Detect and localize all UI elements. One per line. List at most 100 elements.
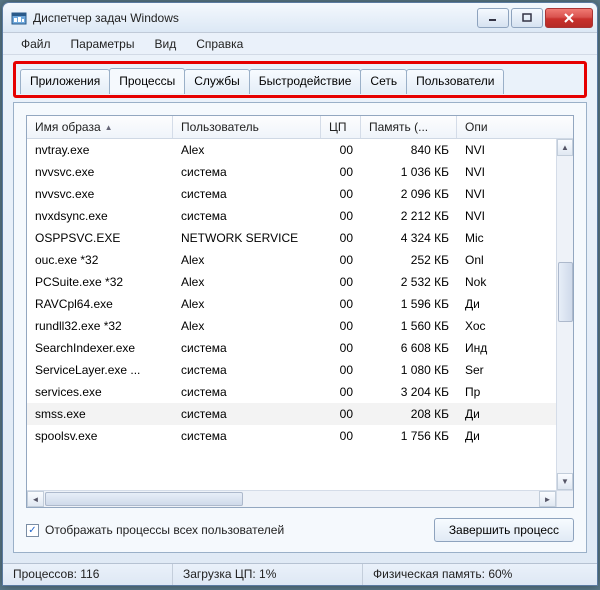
tab-users[interactable]: Пользователи [406, 69, 504, 94]
titlebar[interactable]: Диспетчер задач Windows [3, 3, 597, 33]
cell: Onl [457, 253, 501, 267]
tabpanel-processes: Имя образа▲ Пользователь ЦП Память (... … [13, 102, 587, 553]
cell: 1 036 КБ [361, 165, 457, 179]
show-all-users-label: Отображать процессы всех пользователей [45, 523, 284, 537]
cell: 00 [321, 363, 361, 377]
vertical-scrollbar[interactable]: ▲ ▼ [556, 139, 573, 490]
horizontal-scroll-thumb[interactable] [45, 492, 243, 506]
cell: система [173, 429, 321, 443]
cell: SearchIndexer.exe [27, 341, 173, 355]
cell: NVI [457, 143, 501, 157]
cell: nvvsvc.exe [27, 165, 173, 179]
cell: Alex [173, 297, 321, 311]
col-cpu[interactable]: ЦП [321, 116, 361, 138]
horizontal-scrollbar[interactable]: ◄ ► [27, 490, 556, 507]
cell: система [173, 341, 321, 355]
tab-processes[interactable]: Процессы [109, 68, 185, 93]
cell: 00 [321, 209, 361, 223]
sort-indicator-icon: ▲ [105, 123, 113, 132]
scroll-corner [556, 490, 573, 507]
cell: Nok [457, 275, 501, 289]
table-row[interactable]: spoolsv.exeсистема001 756 КБДи [27, 425, 573, 447]
col-memory[interactable]: Память (... [361, 116, 457, 138]
maximize-button[interactable] [511, 8, 543, 28]
cell: 3 204 КБ [361, 385, 457, 399]
table-row[interactable]: rundll32.exe *32Alex001 560 КБХос [27, 315, 573, 337]
cell: Alex [173, 143, 321, 157]
show-all-users-checkbox[interactable]: ✓ Отображать процессы всех пользователей [26, 523, 284, 537]
cell: NETWORK SERVICE [173, 231, 321, 245]
table-row[interactable]: RAVCpl64.exeAlex001 596 КБДи [27, 293, 573, 315]
cell: 2 096 КБ [361, 187, 457, 201]
cell: Alex [173, 319, 321, 333]
cell: services.exe [27, 385, 173, 399]
cell: spoolsv.exe [27, 429, 173, 443]
scroll-right-arrow-icon[interactable]: ► [539, 491, 556, 507]
task-manager-window: Диспетчер задач Windows Файл Параметры В… [2, 2, 598, 586]
scroll-up-arrow-icon[interactable]: ▲ [557, 139, 573, 156]
cell: smss.exe [27, 407, 173, 421]
cell: 00 [321, 275, 361, 289]
close-button[interactable] [545, 8, 593, 28]
tab-networking[interactable]: Сеть [360, 69, 407, 94]
cell: 2 532 КБ [361, 275, 457, 289]
cell: nvtray.exe [27, 143, 173, 157]
status-memory: Физическая память: 60% [363, 564, 597, 585]
cell: 1 756 КБ [361, 429, 457, 443]
scroll-down-arrow-icon[interactable]: ▼ [557, 473, 573, 490]
table-row[interactable]: smss.exeсистема00208 КБДи [27, 403, 573, 425]
scroll-left-arrow-icon[interactable]: ◄ [27, 491, 44, 507]
menu-help[interactable]: Справка [186, 34, 253, 54]
cell: 00 [321, 297, 361, 311]
end-process-button[interactable]: Завершить процесс [434, 518, 574, 542]
cell: система [173, 165, 321, 179]
cell: ouc.exe *32 [27, 253, 173, 267]
menu-options[interactable]: Параметры [61, 34, 145, 54]
cell: система [173, 209, 321, 223]
table-row[interactable]: services.exeсистема003 204 КБПр [27, 381, 573, 403]
tab-performance[interactable]: Быстродействие [249, 69, 362, 94]
process-table: Имя образа▲ Пользователь ЦП Память (... … [26, 115, 574, 508]
vertical-scroll-thumb[interactable] [558, 262, 573, 322]
cell: Alex [173, 253, 321, 267]
cell: 00 [321, 231, 361, 245]
menubar: Файл Параметры Вид Справка [3, 33, 597, 55]
table-row[interactable]: ServiceLayer.exe ...система001 080 КБSer [27, 359, 573, 381]
table-row[interactable]: nvvsvc.exeсистема001 036 КБNVI [27, 161, 573, 183]
table-row[interactable]: ouc.exe *32Alex00252 КБOnl [27, 249, 573, 271]
tab-services[interactable]: Службы [184, 69, 249, 94]
cell: Mic [457, 231, 501, 245]
table-row[interactable]: OSPPSVC.EXENETWORK SERVICE004 324 КБMic [27, 227, 573, 249]
cell: nvvsvc.exe [27, 187, 173, 201]
cell: 00 [321, 341, 361, 355]
table-row[interactable]: nvtray.exeAlex00840 КБNVI [27, 139, 573, 161]
menu-file[interactable]: Файл [11, 34, 61, 54]
minimize-button[interactable] [477, 8, 509, 28]
cell: 2 212 КБ [361, 209, 457, 223]
table-body[interactable]: nvtray.exeAlex00840 КБNVInvvsvc.exeсисте… [27, 139, 573, 507]
highlight-frame: Приложения Процессы Службы Быстродействи… [13, 61, 587, 98]
table-row[interactable]: PCSuite.exe *32Alex002 532 КБNok [27, 271, 573, 293]
panel-footer: ✓ Отображать процессы всех пользователей… [26, 518, 574, 542]
cell: NVI [457, 165, 501, 179]
cell: OSPPSVC.EXE [27, 231, 173, 245]
cell: Ди [457, 297, 501, 311]
cell: ServiceLayer.exe ... [27, 363, 173, 377]
status-cpu: Загрузка ЦП: 1% [173, 564, 363, 585]
cell: PCSuite.exe *32 [27, 275, 173, 289]
cell: 4 324 КБ [361, 231, 457, 245]
table-row[interactable]: nvxdsync.exeсистема002 212 КБNVI [27, 205, 573, 227]
menu-view[interactable]: Вид [144, 34, 186, 54]
cell: 00 [321, 165, 361, 179]
col-image-name[interactable]: Имя образа▲ [27, 116, 173, 138]
cell: 00 [321, 143, 361, 157]
cell: NVI [457, 209, 501, 223]
col-description[interactable]: Опи [457, 116, 501, 138]
table-row[interactable]: SearchIndexer.exeсистема006 608 КБИнд [27, 337, 573, 359]
table-row[interactable]: nvvsvc.exeсистема002 096 КБNVI [27, 183, 573, 205]
col-user[interactable]: Пользователь [173, 116, 321, 138]
cell: 00 [321, 319, 361, 333]
tab-applications[interactable]: Приложения [20, 69, 110, 94]
cell: 208 КБ [361, 407, 457, 421]
window-title: Диспетчер задач Windows [33, 11, 475, 25]
